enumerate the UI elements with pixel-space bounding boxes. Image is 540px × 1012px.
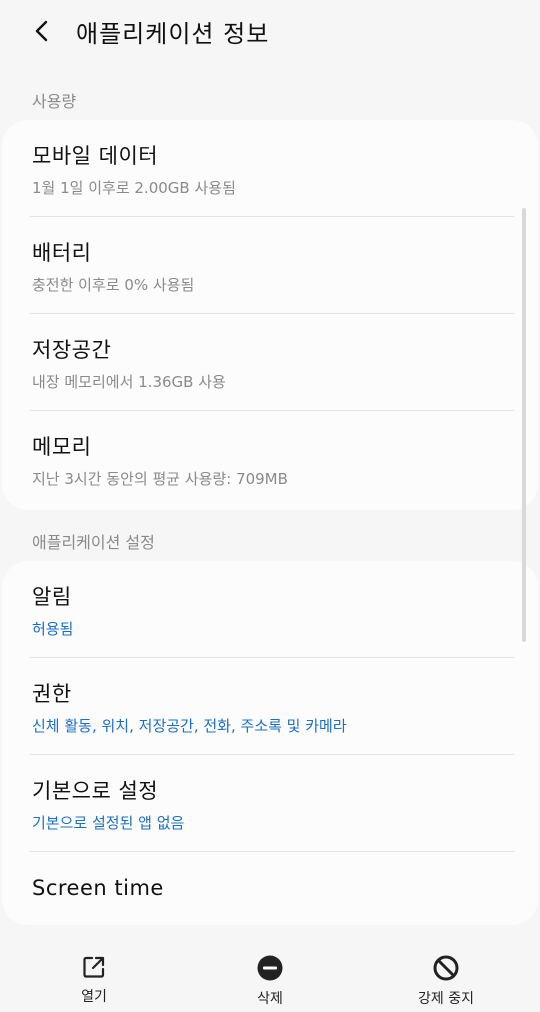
settings-item-set-as-default[interactable]: 기본으로 설정 기본으로 설정된 앱 없음 — [2, 755, 538, 852]
delete-label: 삭제 — [257, 991, 283, 1007]
block-icon — [433, 955, 459, 981]
settings-item-title: 기본으로 설정 — [32, 779, 159, 803]
delete-button[interactable]: 삭제 — [215, 954, 325, 1008]
open-label: 열기 — [81, 989, 107, 1005]
usage-item-title: 모바일 데이터 — [32, 144, 159, 168]
usage-item-subtitle: 충전한 이후로 0% 사용됨 — [32, 276, 195, 294]
open-external-icon — [83, 956, 105, 978]
section-label-usage: 사용량 — [32, 92, 77, 111]
usage-item-subtitle: 지난 3시간 동안의 평균 사용량: 709MB — [32, 470, 288, 488]
settings-item-subtitle: 신체 활동, 위치, 저장공간, 전화, 주소록 및 카메라 — [32, 717, 347, 735]
settings-item-screen-time[interactable]: Screen time — [2, 852, 538, 923]
force-stop-button[interactable]: 강제 중지 — [391, 954, 501, 1008]
settings-item-title: 알림 — [32, 585, 72, 609]
settings-item-title: 권한 — [32, 682, 72, 706]
page-title: 애플리케이션 정보 — [76, 19, 270, 48]
usage-item-subtitle: 내장 메모리에서 1.36GB 사용 — [32, 373, 226, 391]
back-button[interactable] — [22, 11, 62, 51]
usage-item-title: 배터리 — [32, 241, 92, 265]
back-arrow-icon — [35, 20, 48, 42]
remove-circle-icon — [257, 955, 283, 981]
usage-item-mobile-data[interactable]: 모바일 데이터 1월 1일 이후로 2.00GB 사용됨 — [2, 120, 538, 217]
settings-item-subtitle: 허용됨 — [32, 620, 74, 638]
settings-item-title: Screen time — [32, 875, 164, 900]
open-button[interactable]: 열기 — [39, 954, 149, 1006]
settings-card: 알림 허용됨 권한 신체 활동, 위치, 저장공간, 전화, 주소록 및 카메라… — [2, 561, 538, 925]
usage-card: 모바일 데이터 1월 1일 이후로 2.00GB 사용됨 배터리 충전한 이후로… — [2, 120, 538, 510]
usage-item-storage[interactable]: 저장공간 내장 메모리에서 1.36GB 사용 — [2, 314, 538, 411]
usage-item-title: 메모리 — [32, 435, 92, 459]
scrollbar[interactable] — [522, 208, 526, 642]
section-label-app-settings: 애플리케이션 설정 — [32, 533, 155, 552]
bottom-action-bar: 열기 삭제 강제 중지 — [0, 940, 540, 1012]
force-stop-label: 강제 중지 — [418, 991, 474, 1007]
settings-item-subtitle: 기본으로 설정된 앱 없음 — [32, 814, 185, 832]
usage-item-memory[interactable]: 메모리 지난 3시간 동안의 평균 사용량: 709MB — [2, 411, 538, 508]
app-bar: 애플리케이션 정보 — [0, 0, 540, 62]
settings-item-notifications[interactable]: 알림 허용됨 — [2, 561, 538, 658]
usage-item-title: 저장공간 — [32, 338, 112, 362]
usage-item-subtitle: 1월 1일 이후로 2.00GB 사용됨 — [32, 179, 236, 197]
usage-item-battery[interactable]: 배터리 충전한 이후로 0% 사용됨 — [2, 217, 538, 314]
settings-item-permissions[interactable]: 권한 신체 활동, 위치, 저장공간, 전화, 주소록 및 카메라 — [2, 658, 538, 755]
